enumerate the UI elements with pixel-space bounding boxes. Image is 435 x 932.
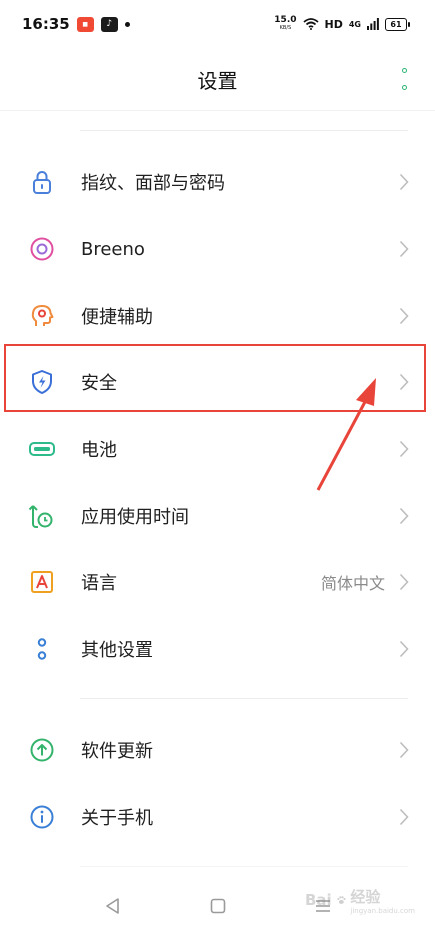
notification-app-icon: ■	[76, 16, 94, 32]
settings-item-label: 便捷辅助	[81, 306, 153, 328]
net-speed-unit: KB/S	[279, 25, 292, 31]
settings-item-label: 指纹、面部与密码	[81, 173, 225, 195]
settings-item-label: 语言	[81, 573, 117, 595]
chevron-right-icon	[399, 440, 409, 458]
breeno-icon	[28, 235, 56, 263]
page-title: 设置	[197, 68, 238, 93]
status-time: 16:35	[22, 15, 70, 33]
header: 设置	[0, 48, 435, 110]
paw-icon	[337, 896, 346, 904]
watermark-text: 经验 jingyan.baidu.com	[350, 886, 415, 915]
status-left: 16:35 ■ ♪	[22, 15, 130, 33]
settings-item-software-update[interactable]: 软件更新	[0, 717, 435, 784]
chevron-right-icon	[399, 173, 409, 191]
tiktok-icon: ♪	[100, 16, 118, 32]
chevron-right-icon	[399, 741, 409, 759]
settings-item-label: 软件更新	[81, 741, 153, 763]
wifi-icon	[302, 18, 319, 30]
settings-item-label: 应用使用时间	[81, 506, 189, 528]
settings-item-label: Breeno	[81, 238, 145, 260]
settings-item-accessibility[interactable]: 便捷辅助	[0, 282, 435, 349]
notification-dot-icon	[124, 21, 130, 27]
settings-item-about-phone[interactable]: 关于手机	[0, 784, 435, 851]
accessibility-head-icon	[28, 302, 56, 330]
lock-icon	[28, 168, 56, 196]
battery-indicator: 61	[385, 17, 410, 31]
settings-item-other-settings[interactable]: 其他设置	[0, 616, 435, 683]
home-icon[interactable]	[208, 896, 228, 916]
more-dot-icon	[401, 85, 407, 90]
status-right: 15.0 KB/S HD 4G 61	[274, 16, 410, 32]
signal-icon	[367, 18, 379, 30]
chevron-right-icon	[399, 240, 409, 258]
section-divider	[80, 130, 408, 131]
watermark-sub: jingyan.baidu.com	[350, 906, 415, 915]
settings-screen: 16:35 ■ ♪ 15.0 KB/S HD 4G 61 设置 指纹、面部与密码…	[0, 0, 435, 932]
settings-item-breeno[interactable]: Breeno	[0, 216, 435, 283]
back-icon[interactable]	[103, 896, 123, 916]
settings-item-language[interactable]: 语言 简体中文	[0, 549, 435, 616]
chevron-right-icon	[399, 640, 409, 658]
status-bar: 16:35 ■ ♪ 15.0 KB/S HD 4G 61	[0, 0, 435, 48]
watermark: Bai 经验 jingyan.baidu.com	[305, 882, 415, 918]
settings-list-system: 软件更新 关于手机	[0, 717, 435, 850]
update-icon	[28, 736, 56, 764]
chevron-right-icon	[399, 307, 409, 325]
more-options-button[interactable]	[399, 68, 409, 90]
settings-item-security-biometrics[interactable]: 指纹、面部与密码	[0, 149, 435, 216]
section-divider	[80, 698, 408, 699]
more-settings-icon	[28, 635, 56, 663]
settings-item-label: 关于手机	[81, 808, 153, 830]
battery-icon	[28, 435, 56, 463]
watermark-suffix: 经验	[350, 887, 381, 906]
chevron-right-icon	[399, 507, 409, 525]
more-dot-icon	[401, 68, 407, 73]
network-type: 4G	[348, 19, 361, 29]
header-divider	[0, 110, 435, 111]
section-divider	[80, 866, 408, 867]
watermark-brand: Bai	[305, 891, 332, 909]
chevron-right-icon	[399, 808, 409, 826]
chevron-right-icon	[399, 573, 409, 591]
settings-item-label: 其他设置	[81, 640, 153, 662]
annotation-arrow-icon	[316, 378, 376, 491]
language-icon	[28, 568, 56, 596]
language-value: 简体中文	[320, 574, 385, 594]
net-speed: 15.0 KB/S	[274, 16, 296, 32]
app-timer-icon	[28, 502, 56, 530]
hd-indicator: HD	[324, 17, 343, 31]
info-icon	[28, 803, 56, 831]
